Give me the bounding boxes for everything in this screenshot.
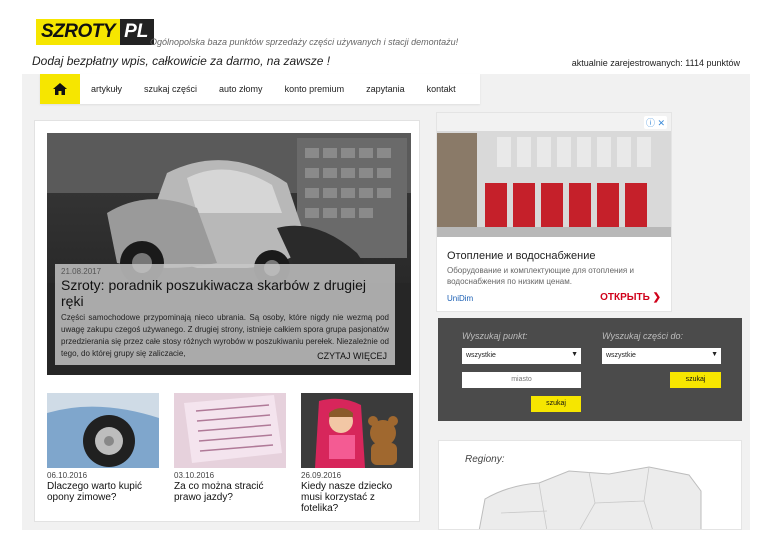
parts-brand-select[interactable]: wszystkie ▼ (602, 348, 721, 364)
parts-select-value: wszystkie (606, 352, 636, 359)
chevron-down-icon: ▼ (571, 351, 578, 358)
points-search-button[interactable]: szukaj (531, 396, 581, 412)
featured-article[interactable]: 21.08.2017 Szroty: poradnik poszukiwacza… (47, 133, 411, 375)
article-title[interactable]: Za co można stracić prawo jazdy? (174, 481, 286, 503)
regions-panel: Regiony: (438, 440, 742, 530)
nav-item-contact[interactable]: kontakt (416, 84, 467, 94)
poland-map[interactable] (439, 441, 742, 530)
article-title[interactable]: Dlaczego warto kupić opony zimowe? (47, 481, 159, 503)
nav-item-premium[interactable]: konto premium (274, 84, 356, 94)
nav-item-articles[interactable]: artykuły (80, 84, 133, 94)
points-region-select[interactable]: wszystkie ▼ (462, 348, 581, 364)
article-date: 03.10.2016 (174, 471, 215, 480)
article-image (47, 393, 159, 468)
ad-image: ⓘ ✕ (437, 113, 671, 237)
nav-item-search-parts[interactable]: szukaj części (133, 84, 208, 94)
chevron-down-icon: ▼ (711, 351, 718, 358)
featured-date: 21.08.2017 (61, 267, 102, 276)
site-slogan: Dodaj bezpłatny wpis, całkowicie za darm… (32, 54, 331, 68)
points-select-value: wszystkie (466, 352, 496, 359)
search-panel: Wyszukaj punkt: Wyszukaj części do: wszy… (438, 318, 742, 421)
ad-title[interactable]: Отопление и водоснабжение (447, 250, 596, 262)
article-image (174, 393, 286, 468)
ad-brand[interactable]: UniDim (447, 294, 473, 303)
article-card[interactable]: 03.10.2016 Za co można stracić prawo jaz… (174, 393, 286, 514)
featured-overlay: 21.08.2017 Szroty: poradnik poszukiwacza… (55, 264, 395, 365)
parts-search-button[interactable]: szukaj (670, 372, 721, 388)
main-nav: artykuły szukaj części auto złomy konto … (40, 74, 480, 104)
article-title[interactable]: Kiedy nasze dziecko musi korzystać z fot… (301, 481, 413, 514)
page: SZROTY PL Ogólnopolska baza punktów sprz… (22, 8, 750, 530)
article-card[interactable]: 06.10.2016 Dlaczego warto kupić opony zi… (47, 393, 159, 514)
advertisement[interactable]: ⓘ ✕ Отопление и водоснабжение Оборудован… (436, 112, 672, 312)
city-input[interactable]: miasto (462, 372, 581, 388)
search-parts-label: Wyszukaj części do: (602, 331, 684, 341)
registered-count: aktualnie zarejestrowanych: 1114 punktów (571, 58, 740, 68)
site-tagline: Ogólnopolska baza punktów sprzedaży częś… (150, 37, 459, 47)
articles-panel: 21.08.2017 Szroty: poradnik poszukiwacza… (34, 120, 420, 522)
article-image (301, 393, 413, 468)
read-more-link[interactable]: CZYTAJ WIĘCEJ (317, 351, 387, 361)
featured-title[interactable]: Szroty: poradnik poszukiwacza skarbów z … (61, 277, 389, 309)
article-date: 06.10.2016 (47, 471, 88, 480)
nav-home-button[interactable] (40, 74, 80, 104)
article-list: 06.10.2016 Dlaczego warto kupić opony zi… (47, 393, 413, 514)
ad-choices-icon[interactable]: ⓘ ✕ (643, 116, 667, 129)
nav-item-inquiries[interactable]: zapytania (355, 84, 416, 94)
site-header: SZROTY PL Ogólnopolska baza punktów sprz… (22, 8, 750, 74)
site-logo[interactable]: SZROTY PL (36, 19, 155, 45)
article-card[interactable]: 26.09.2016 Kiedy nasze dziecko musi korz… (301, 393, 413, 514)
article-date: 26.09.2016 (301, 471, 342, 480)
ad-open-button[interactable]: ОТКРЫТЬ ❯ (600, 292, 661, 303)
logo-primary: SZROTY (36, 19, 121, 45)
home-icon (53, 83, 67, 95)
search-points-label: Wyszukaj punkt: (462, 331, 528, 341)
ad-description: Оборудование и комплектующие для отоплен… (447, 266, 634, 286)
nav-item-scrapyards[interactable]: auto złomy (208, 84, 274, 94)
